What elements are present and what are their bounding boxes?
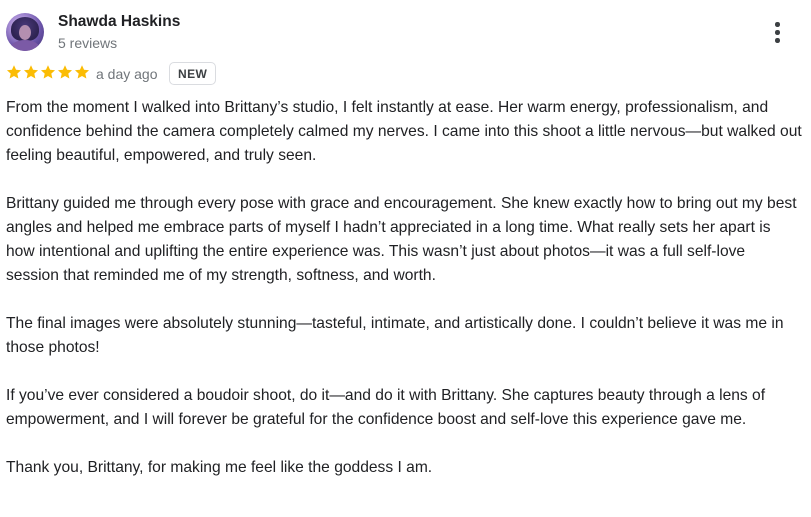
review-paragraph: The final images were absolutely stunnin… <box>6 315 784 356</box>
review-date: a day ago <box>96 66 158 82</box>
reviewer-review-count: 5 reviews <box>58 35 118 51</box>
more-options-button[interactable] <box>766 20 788 46</box>
star-icon <box>57 65 73 79</box>
review-text: From the moment I walked into Brittany’s… <box>6 96 802 504</box>
more-vert-icon-dot <box>775 38 780 43</box>
star-rating <box>6 64 90 84</box>
review-card: Shawda Haskins 5 reviews a day ago NEW F… <box>0 0 811 517</box>
reviewer-name[interactable]: Shawda Haskins <box>58 12 180 32</box>
avatar-face <box>19 25 31 40</box>
reviewer-avatar[interactable] <box>6 13 44 51</box>
star-icon <box>6 65 22 79</box>
avatar-shoulders <box>10 40 40 51</box>
more-vert-icon-dot <box>775 22 780 27</box>
more-vert-icon-dot <box>775 30 780 35</box>
review-paragraph: Brittany guided me through every pose wi… <box>6 195 797 284</box>
review-paragraph: If you’ve ever considered a boudoir shoo… <box>6 387 766 428</box>
review-paragraph: Thank you, Brittany, for making me feel … <box>6 459 433 476</box>
new-badge: NEW <box>169 62 217 85</box>
star-icon <box>74 65 90 79</box>
star-icon <box>40 65 56 79</box>
star-icon <box>23 65 39 79</box>
review-paragraph: From the moment I walked into Brittany’s… <box>6 99 802 164</box>
